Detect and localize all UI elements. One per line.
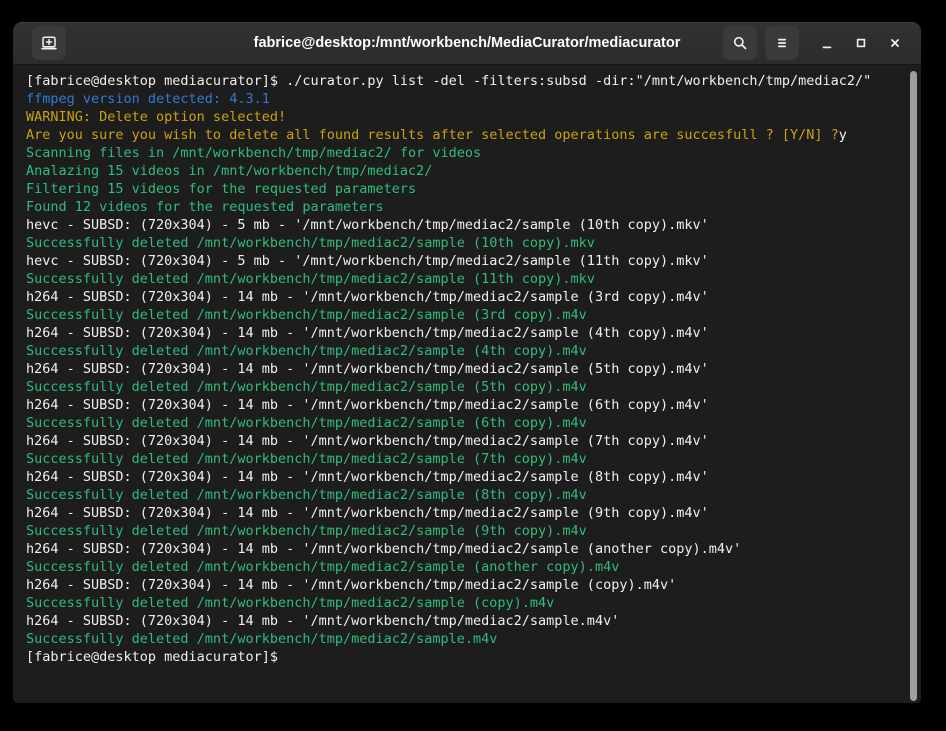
- terminal-text-segment: y: [839, 127, 847, 143]
- terminal-text-segment: Scanning files in /mnt/workbench/tmp/med…: [26, 145, 481, 161]
- titlebar-actions: [723, 26, 921, 60]
- new-tab-button[interactable]: [32, 26, 66, 60]
- terminal-line: Successfully deleted /mnt/workbench/tmp/…: [26, 522, 901, 540]
- terminal-text-segment: h264 - SUBSD: (720x304) - 14 mb - '/mnt/…: [26, 505, 709, 521]
- terminal-line: h264 - SUBSD: (720x304) - 14 mb - '/mnt/…: [26, 540, 901, 558]
- terminal-line: h264 - SUBSD: (720x304) - 14 mb - '/mnt/…: [26, 504, 901, 522]
- titlebar[interactable]: fabrice@desktop:/mnt/workbench/MediaCura…: [13, 22, 921, 65]
- terminal-line: Successfully deleted /mnt/workbench/tmp/…: [26, 450, 901, 468]
- minimize-button[interactable]: [815, 31, 839, 55]
- terminal-text-segment: Filtering 15 videos for the requested pa…: [26, 181, 416, 197]
- terminal-text-segment: h264 - SUBSD: (720x304) - 14 mb - '/mnt/…: [26, 541, 741, 557]
- terminal-line: Analazing 15 videos in /mnt/workbench/tm…: [26, 162, 901, 180]
- terminal-line: h264 - SUBSD: (720x304) - 14 mb - '/mnt/…: [26, 396, 901, 414]
- terminal-text-segment: WARNING: Delete option selected!: [26, 109, 286, 125]
- terminal-text-segment: h264 - SUBSD: (720x304) - 14 mb - '/mnt/…: [26, 433, 709, 449]
- terminal-line: Successfully deleted /mnt/workbench/tmp/…: [26, 594, 901, 612]
- close-button[interactable]: [883, 31, 907, 55]
- terminal-text-segment: h264 - SUBSD: (720x304) - 14 mb - '/mnt/…: [26, 361, 709, 377]
- terminal-line: h264 - SUBSD: (720x304) - 14 mb - '/mnt/…: [26, 576, 901, 594]
- terminal-line: Successfully deleted /mnt/workbench/tmp/…: [26, 630, 901, 648]
- terminal-line: h264 - SUBSD: (720x304) - 14 mb - '/mnt/…: [26, 360, 901, 378]
- desktop-background: fabrice@desktop:/mnt/workbench/MediaCura…: [0, 0, 946, 731]
- terminal-line: [fabrice@desktop mediacurator]$: [26, 648, 901, 666]
- terminal-text-segment: h264 - SUBSD: (720x304) - 14 mb - '/mnt/…: [26, 577, 676, 593]
- terminal-line: h264 - SUBSD: (720x304) - 14 mb - '/mnt/…: [26, 432, 901, 450]
- new-tab-icon: [41, 35, 57, 51]
- terminal-line: h264 - SUBSD: (720x304) - 14 mb - '/mnt/…: [26, 468, 901, 486]
- terminal-text-segment: Found 12 videos for the requested parame…: [26, 199, 384, 215]
- terminal-line: Successfully deleted /mnt/workbench/tmp/…: [26, 378, 901, 396]
- terminal-text-segment: h264 - SUBSD: (720x304) - 14 mb - '/mnt/…: [26, 397, 709, 413]
- terminal-text-segment: h264 - SUBSD: (720x304) - 14 mb - '/mnt/…: [26, 289, 709, 305]
- menu-button[interactable]: [765, 26, 799, 60]
- terminal-line: Scanning files in /mnt/workbench/tmp/med…: [26, 144, 901, 162]
- terminal-text-segment: hevc - SUBSD: (720x304) - 5 mb - '/mnt/w…: [26, 253, 709, 269]
- terminal-text-segment: h264 - SUBSD: (720x304) - 14 mb - '/mnt/…: [26, 469, 709, 485]
- terminal-line: ffmpeg version detected: 4.3.1: [26, 90, 901, 108]
- window-title: fabrice@desktop:/mnt/workbench/MediaCura…: [254, 35, 681, 51]
- search-button[interactable]: [723, 26, 757, 60]
- menu-icon: [774, 35, 790, 51]
- terminal-output: [fabrice@desktop mediacurator]$ ./curato…: [26, 72, 901, 666]
- terminal-line: Found 12 videos for the requested parame…: [26, 198, 901, 216]
- terminal-line: Successfully deleted /mnt/workbench/tmp/…: [26, 270, 901, 288]
- terminal-line: Successfully deleted /mnt/workbench/tmp/…: [26, 234, 901, 252]
- terminal-line: Filtering 15 videos for the requested pa…: [26, 180, 901, 198]
- terminal-text-segment: Successfully deleted /mnt/workbench/tmp/…: [26, 379, 587, 395]
- terminal-text-segment: ffmpeg version detected: 4.3.1: [26, 91, 270, 107]
- terminal-text-segment: Successfully deleted /mnt/workbench/tmp/…: [26, 523, 587, 539]
- close-icon: [887, 35, 903, 51]
- terminal-text-segment: h264 - SUBSD: (720x304) - 14 mb - '/mnt/…: [26, 613, 619, 629]
- terminal-text-segment: Successfully deleted /mnt/workbench/tmp/…: [26, 451, 587, 467]
- search-icon: [732, 35, 748, 51]
- terminal-line: hevc - SUBSD: (720x304) - 5 mb - '/mnt/w…: [26, 216, 901, 234]
- terminal-line: Successfully deleted /mnt/workbench/tmp/…: [26, 558, 901, 576]
- terminal-text-segment: Successfully deleted /mnt/workbench/tmp/…: [26, 343, 587, 359]
- window-controls: [815, 31, 907, 55]
- terminal-line: Are you sure you wish to delete all foun…: [26, 126, 901, 144]
- terminal-text-segment: Analazing 15 videos in /mnt/workbench/tm…: [26, 163, 432, 179]
- terminal-text-segment: Successfully deleted /mnt/workbench/tmp/…: [26, 235, 595, 251]
- maximize-button[interactable]: [849, 31, 873, 55]
- terminal-text-segment: [fabrice@desktop mediacurator]$: [26, 649, 278, 665]
- terminal-text-segment: Successfully deleted /mnt/workbench/tmp/…: [26, 271, 595, 287]
- terminal-text-segment: h264 - SUBSD: (720x304) - 14 mb - '/mnt/…: [26, 325, 709, 341]
- terminal-viewport[interactable]: [fabrice@desktop mediacurator]$ ./curato…: [13, 65, 921, 703]
- terminal-line: hevc - SUBSD: (720x304) - 5 mb - '/mnt/w…: [26, 252, 901, 270]
- terminal-text-segment: [fabrice@desktop mediacurator]$ ./curato…: [26, 73, 871, 89]
- terminal-text-segment: hevc - SUBSD: (720x304) - 5 mb - '/mnt/w…: [26, 217, 709, 233]
- terminal-text-segment: Successfully deleted /mnt/workbench/tmp/…: [26, 559, 619, 575]
- terminal-line: Successfully deleted /mnt/workbench/tmp/…: [26, 342, 901, 360]
- terminal-line: [fabrice@desktop mediacurator]$ ./curato…: [26, 72, 901, 90]
- terminal-text-segment: Successfully deleted /mnt/workbench/tmp/…: [26, 631, 497, 647]
- terminal-line: WARNING: Delete option selected!: [26, 108, 901, 126]
- terminal-line: h264 - SUBSD: (720x304) - 14 mb - '/mnt/…: [26, 324, 901, 342]
- terminal-text-segment: Are you sure you wish to delete all foun…: [26, 127, 839, 143]
- terminal-text-segment: Successfully deleted /mnt/workbench/tmp/…: [26, 487, 587, 503]
- terminal-line: Successfully deleted /mnt/workbench/tmp/…: [26, 306, 901, 324]
- minimize-icon: [819, 35, 835, 51]
- terminal-text-segment: Successfully deleted /mnt/workbench/tmp/…: [26, 415, 587, 431]
- scrollbar-thumb[interactable]: [910, 71, 917, 701]
- terminal-line: h264 - SUBSD: (720x304) - 14 mb - '/mnt/…: [26, 612, 901, 630]
- terminal-line: Successfully deleted /mnt/workbench/tmp/…: [26, 486, 901, 504]
- terminal-line: Successfully deleted /mnt/workbench/tmp/…: [26, 414, 901, 432]
- terminal-window: fabrice@desktop:/mnt/workbench/MediaCura…: [13, 22, 921, 703]
- maximize-icon: [853, 35, 869, 51]
- terminal-line: h264 - SUBSD: (720x304) - 14 mb - '/mnt/…: [26, 288, 901, 306]
- terminal-text-segment: Successfully deleted /mnt/workbench/tmp/…: [26, 307, 587, 323]
- terminal-text-segment: Successfully deleted /mnt/workbench/tmp/…: [26, 595, 554, 611]
